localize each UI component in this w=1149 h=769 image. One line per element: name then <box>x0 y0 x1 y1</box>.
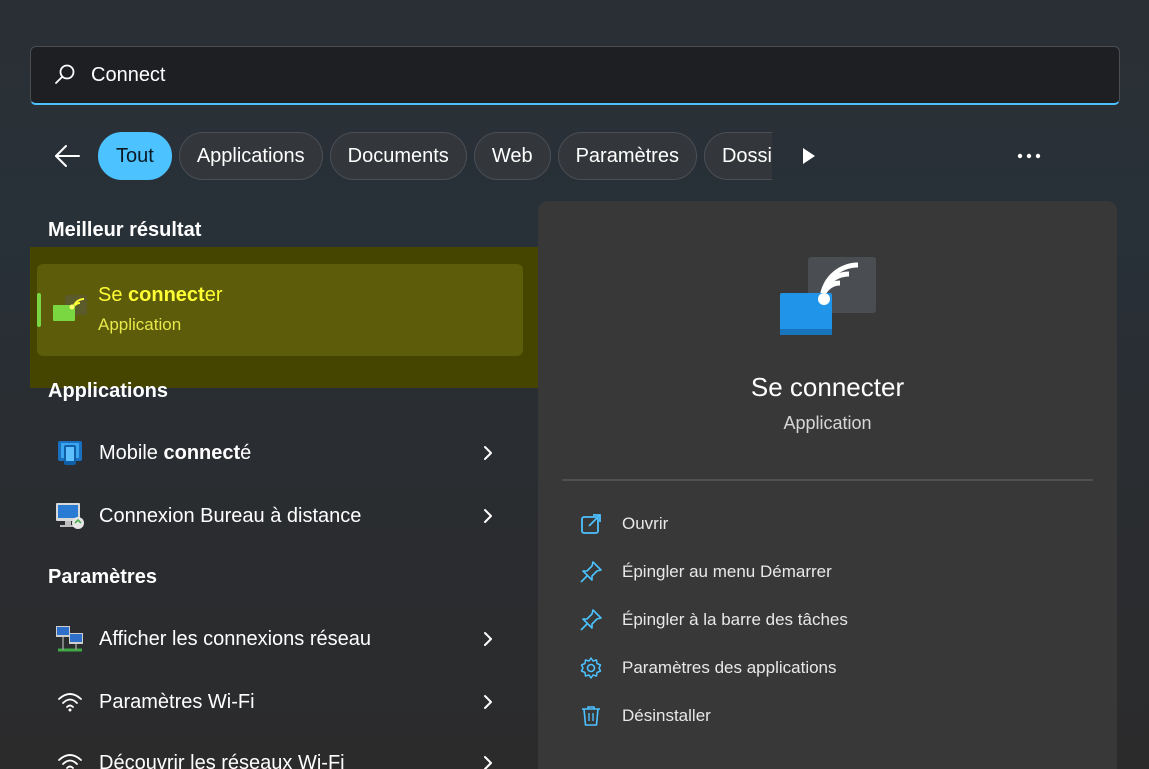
filter-bar: Tout Applications Documents Web Paramètr… <box>0 131 1149 181</box>
best-match-subtitle: Application <box>98 315 182 334</box>
wifi-icon <box>52 747 88 769</box>
app-item-label: Connexion Bureau à distance <box>99 504 362 527</box>
settings-heading: Paramètres <box>48 566 157 588</box>
mobile-connected-icon <box>52 437 88 469</box>
action-label: Épingler à la barre des tâches <box>622 610 848 629</box>
pin-icon <box>578 559 604 585</box>
filter-chips: Tout Applications Documents Web Paramètr… <box>98 131 772 181</box>
chevron-right-icon[interactable] <box>482 630 494 648</box>
chevron-right-icon[interactable] <box>482 444 494 462</box>
action-label: Épingler au menu Démarrer <box>622 562 832 581</box>
action-label: Ouvrir <box>622 514 669 533</box>
preview-title: Se connecter <box>750 372 905 402</box>
best-match-title: Se connecter <box>98 284 223 306</box>
chevron-right-icon[interactable] <box>482 754 494 769</box>
action-label: Paramètres des applications <box>622 658 837 677</box>
app-item-mobile-connected[interactable]: Mobile connecté <box>40 427 520 479</box>
gear-icon <box>578 655 604 681</box>
open-external-icon <box>578 511 604 537</box>
action-pin-taskbar[interactable]: Épingler à la barre des tâches <box>578 603 848 637</box>
filter-chip-documents[interactable]: Documents <box>329 132 467 180</box>
preview-pane: Se connecter Application Ouvrir Épingler… <box>538 201 1117 769</box>
app-item-label: Mobile connecté <box>99 441 252 464</box>
best-match-item[interactable]: Se connecter Application <box>37 264 523 356</box>
filter-chip-settings[interactable]: Paramètres <box>557 132 697 180</box>
search-icon <box>55 64 75 84</box>
network-connections-icon <box>52 623 88 655</box>
setting-item-label: Afficher les connexions réseau <box>99 627 372 650</box>
trash-icon <box>578 703 604 729</box>
connect-app-icon <box>53 295 87 321</box>
applications-heading: Applications <box>48 380 169 402</box>
action-pin-start[interactable]: Épingler au menu Démarrer <box>578 555 832 589</box>
wifi-icon <box>52 686 88 718</box>
filter-chip-applications[interactable]: Applications <box>178 132 323 180</box>
best-match-heading: Meilleur résultat <box>48 219 202 241</box>
filter-chip-web[interactable]: Web <box>473 132 551 180</box>
app-item-remote-desktop[interactable]: Connexion Bureau à distance <box>40 490 520 542</box>
search-input[interactable]: Connect <box>91 64 166 87</box>
remote-desktop-icon <box>52 500 88 532</box>
action-app-settings[interactable]: Paramètres des applications <box>578 651 837 685</box>
preview-divider <box>562 479 1093 481</box>
action-uninstall[interactable]: Désinstaller <box>578 699 711 733</box>
filter-chip-all[interactable]: Tout <box>98 132 172 180</box>
setting-item-network-connections[interactable]: Afficher les connexions réseau <box>40 613 520 665</box>
chevron-right-icon[interactable] <box>482 507 494 525</box>
action-label: Désinstaller <box>622 706 711 725</box>
search-box[interactable]: Connect <box>30 46 1120 105</box>
scroll-right-icon[interactable] <box>798 144 820 168</box>
action-open[interactable]: Ouvrir <box>578 507 668 541</box>
back-arrow-icon[interactable] <box>52 141 82 171</box>
more-options-icon[interactable] <box>1014 144 1044 168</box>
pin-icon <box>578 607 604 633</box>
selection-indicator <box>37 293 41 327</box>
setting-item-wifi-settings[interactable]: Paramètres Wi-Fi <box>40 676 520 728</box>
setting-item-label: Paramètres Wi-Fi <box>99 690 255 713</box>
setting-item-discover-wifi[interactable]: Découvrir les réseaux Wi-Fi <box>40 737 520 769</box>
connect-app-icon <box>780 257 876 335</box>
preview-subtitle: Application <box>783 413 872 433</box>
chevron-right-icon[interactable] <box>482 693 494 711</box>
filter-chip-folders[interactable]: Dossiers <box>703 132 772 180</box>
setting-item-label: Découvrir les réseaux Wi-Fi <box>99 751 345 769</box>
